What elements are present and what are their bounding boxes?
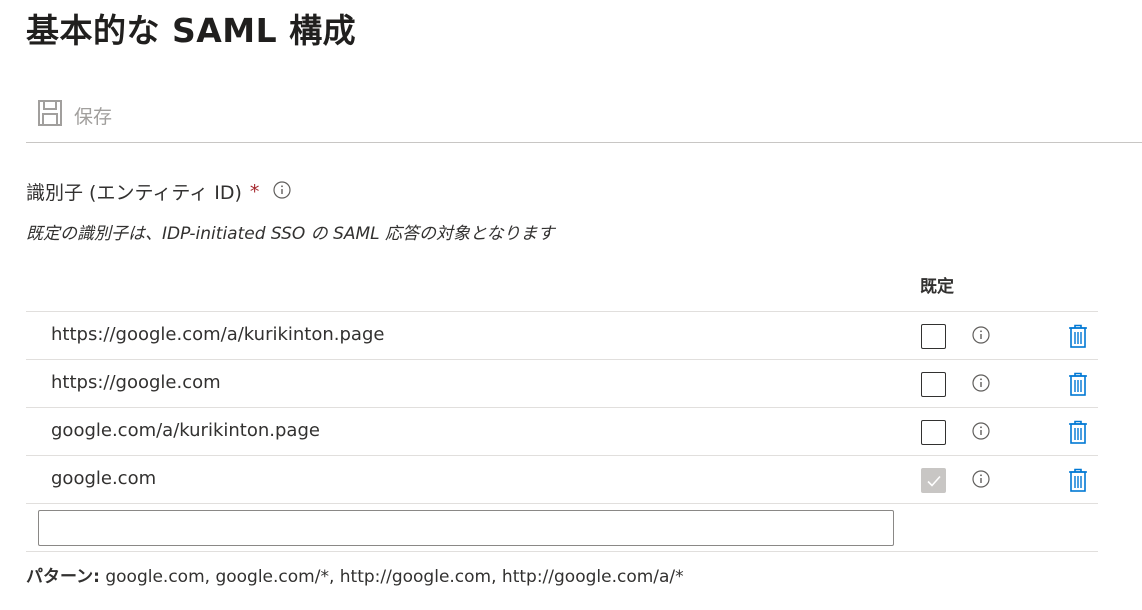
page-title: 基本的な SAML 構成 — [26, 11, 357, 50]
save-icon — [38, 100, 62, 130]
identifier-value: google.com/a/kurikinton.page — [51, 420, 320, 441]
save-button[interactable]: 保存 — [38, 100, 112, 130]
checkmark-icon — [927, 475, 941, 487]
default-checkbox[interactable] — [921, 324, 946, 349]
info-icon[interactable] — [972, 326, 990, 348]
trash-icon[interactable] — [1068, 420, 1088, 448]
identifier-row: google.com/a/kurikinton.page — [26, 407, 1098, 455]
default-checkbox[interactable] — [921, 468, 946, 493]
default-checkbox[interactable] — [921, 372, 946, 397]
identifier-row: https://google.com/a/kurikinton.page — [26, 311, 1098, 359]
identifier-label: 識別子 (エンティティ ID) — [26, 182, 242, 204]
info-icon[interactable] — [972, 422, 990, 444]
identifier-field-label: 識別子 (エンティティ ID) * — [26, 178, 291, 205]
info-icon[interactable] — [273, 180, 291, 203]
identifier-row: https://google.com — [26, 359, 1098, 407]
default-column-header: 既定 — [920, 277, 954, 297]
new-identifier-input[interactable] — [38, 510, 894, 546]
toolbar-divider — [26, 142, 1142, 143]
identifier-description: 既定の識別子は、IDP-initiated SSO の SAML 応答の対象とな… — [26, 224, 555, 244]
pattern-text: google.com, google.com/*, http://google.… — [105, 567, 684, 587]
identifier-value: https://google.com/a/kurikinton.page — [51, 324, 385, 345]
identifier-value: google.com — [51, 468, 157, 489]
trash-icon[interactable] — [1068, 324, 1088, 352]
trash-icon[interactable] — [1068, 468, 1088, 496]
required-indicator: * — [249, 180, 260, 203]
default-checkbox[interactable] — [921, 420, 946, 445]
identifier-row: google.com — [26, 455, 1098, 503]
identifier-value: https://google.com — [51, 372, 221, 393]
save-button-label: 保存 — [74, 105, 113, 128]
pattern-hint: パターン: google.com, google.com/*, http://g… — [26, 562, 684, 587]
trash-icon[interactable] — [1068, 372, 1088, 400]
info-icon[interactable] — [972, 374, 990, 396]
identifier-list: https://google.com/a/kurikinton.page htt… — [26, 311, 1098, 552]
new-identifier-row — [26, 503, 1098, 552]
info-icon[interactable] — [972, 470, 990, 492]
pattern-label: パターン: — [26, 567, 100, 587]
